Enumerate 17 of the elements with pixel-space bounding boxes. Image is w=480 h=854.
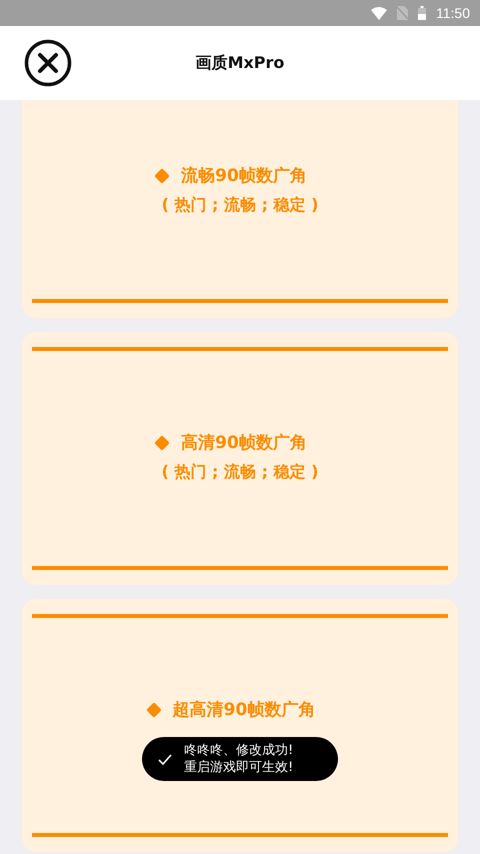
toast-message: 重启游戏即可生效! — [184, 759, 294, 776]
close-button[interactable] — [24, 39, 72, 87]
wifi-icon — [371, 6, 387, 20]
toast-message: 咚咚咚、修改成功! — [184, 742, 294, 759]
option-card[interactable]: 高清90帧数广角 ( 热门 ; 流畅 ; 稳定 ) — [22, 332, 458, 585]
option-subtitle: ( 热门 ; 流畅 ; 稳定 ) — [162, 195, 318, 216]
check-icon — [158, 754, 172, 764]
status-time: 11:50 — [436, 5, 470, 21]
close-icon — [24, 39, 72, 87]
page-title: 画质MxPro — [196, 52, 284, 74]
option-title: 高清90帧数广角 — [181, 432, 307, 454]
option-card[interactable]: 流畅90帧数广角 ( 热门 ; 流畅 ; 稳定 ) — [22, 100, 458, 318]
battery-icon — [418, 6, 426, 20]
option-title: 流畅90帧数广角 — [181, 165, 307, 187]
no-sim-icon — [397, 6, 408, 20]
option-title: 超高清90帧数广角 — [172, 699, 316, 721]
option-subtitle: ( 热门 ; 流畅 ; 稳定 ) — [162, 462, 318, 483]
